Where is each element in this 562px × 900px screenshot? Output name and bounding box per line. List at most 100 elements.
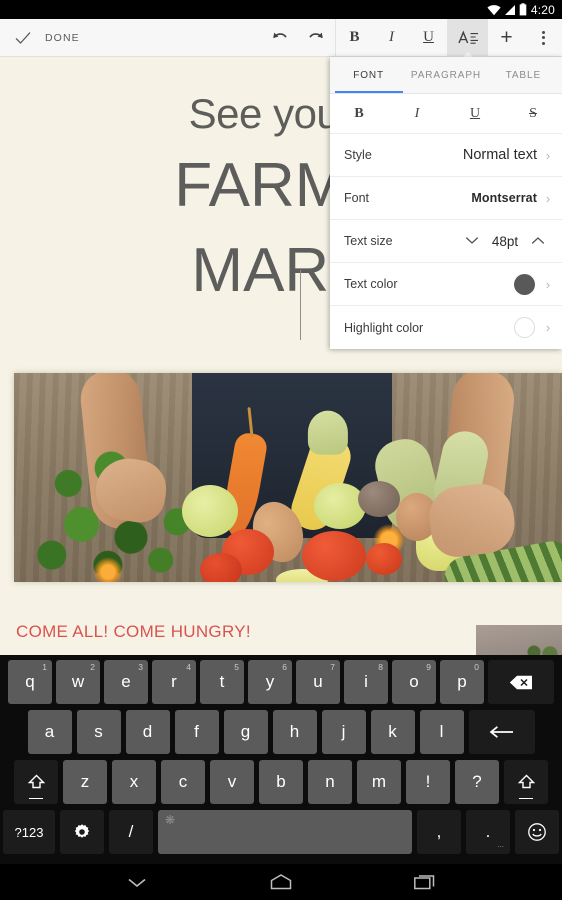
key-l[interactable]: l (419, 710, 464, 754)
format-text-icon (457, 30, 478, 44)
key-exclamation[interactable]: ! (406, 760, 450, 804)
key-f[interactable]: f (174, 710, 219, 754)
period-more-indicator: ⋯ (497, 844, 505, 851)
key-d[interactable]: d (125, 710, 170, 754)
text-size-decrease-button[interactable] (457, 234, 487, 248)
key-v[interactable]: v (210, 760, 254, 804)
panel-underline-button[interactable]: U (446, 94, 504, 133)
insert-button[interactable]: + (488, 19, 525, 57)
key-w[interactable]: 2w (56, 660, 100, 704)
key-g[interactable]: g (223, 710, 268, 754)
key-x-label: x (129, 772, 139, 791)
enter-icon (489, 726, 513, 738)
key-x[interactable]: x (112, 760, 156, 804)
font-row[interactable]: Font Montserrat › (330, 177, 562, 220)
panel-italic-button[interactable]: I (388, 94, 446, 133)
key-p[interactable]: 0p (440, 660, 484, 704)
key-u[interactable]: 7u (296, 660, 340, 704)
text-color-row[interactable]: Text color › (330, 263, 562, 306)
nav-home-button[interactable] (263, 867, 299, 897)
key-q[interactable]: 1q (8, 660, 52, 704)
tab-font[interactable]: FONT (330, 57, 407, 93)
text-size-row: Text size 48pt (330, 220, 562, 263)
key-r-number: 4 (186, 662, 191, 672)
document-image[interactable] (14, 373, 562, 582)
key-t[interactable]: 5t (200, 660, 244, 704)
key-backspace[interactable] (488, 660, 554, 704)
key-h-label: h (289, 722, 300, 741)
tab-table[interactable]: TABLE (485, 57, 562, 93)
key-s[interactable]: s (76, 710, 121, 754)
text-size-increase-button[interactable] (523, 234, 553, 248)
on-screen-keyboard: 1q 2w 3e 4r 5t 6y 7u 8i 9o 0p a s d f g … (0, 655, 562, 864)
underline-icon: U (423, 29, 434, 45)
text-color-swatch[interactable] (514, 273, 535, 295)
key-t-number: 5 (234, 662, 239, 672)
key-b[interactable]: b (259, 760, 303, 804)
key-p-number: 0 (474, 662, 479, 672)
navigation-bar (0, 864, 562, 900)
key-m[interactable]: m (357, 760, 401, 804)
nav-back-button[interactable] (119, 867, 155, 897)
paw-icon: ❋ (165, 813, 176, 827)
panel-bold-button[interactable]: B (330, 94, 388, 133)
document-red-heading[interactable]: COME ALL! COME HUNGRY! (16, 622, 251, 642)
key-n[interactable]: n (308, 760, 352, 804)
key-o-number: 9 (426, 662, 431, 672)
highlight-color-row[interactable]: Highlight color › (330, 306, 562, 349)
key-slash[interactable]: / (109, 810, 153, 854)
key-k[interactable]: k (370, 710, 415, 754)
status-bar-clock: 4:20 (530, 2, 555, 17)
key-k-label: k (388, 722, 397, 741)
key-c[interactable]: c (161, 760, 205, 804)
photo-tomato-4 (366, 543, 402, 575)
key-symbols[interactable]: ?123 (3, 810, 55, 854)
screen: 4:20 DONE B I U + See you a FARME MARK C… (0, 0, 562, 900)
key-o-label: o (409, 672, 419, 691)
photo-pepper-1 (182, 485, 238, 537)
key-w-label: w (71, 672, 85, 691)
key-h[interactable]: h (272, 710, 317, 754)
plus-icon: + (500, 26, 513, 49)
key-j[interactable]: j (321, 710, 366, 754)
key-shift-left[interactable] (14, 760, 58, 804)
panel-strikethrough-button[interactable]: S (504, 94, 562, 133)
keyboard-row-4: ?123 / ❋ , . ⋯ (0, 807, 562, 857)
key-comma[interactable]: , (417, 810, 461, 854)
key-i-number: 8 (378, 662, 383, 672)
key-emoji[interactable] (515, 810, 559, 854)
key-question[interactable]: ? (455, 760, 499, 804)
key-e[interactable]: 3e (104, 660, 148, 704)
key-n-label: n (325, 772, 335, 791)
key-space[interactable]: ❋ (158, 810, 412, 854)
key-g-label: g (240, 722, 251, 741)
key-y[interactable]: 6y (248, 660, 292, 704)
redo-button[interactable] (298, 19, 335, 57)
key-o[interactable]: 9o (392, 660, 436, 704)
key-i[interactable]: 8i (344, 660, 388, 704)
strikethrough-icon: S (529, 105, 537, 121)
key-slash-label: / (128, 822, 134, 841)
bold-button[interactable]: B (336, 19, 373, 57)
key-enter[interactable] (468, 710, 535, 754)
nav-recents-button[interactable] (407, 867, 443, 897)
key-period[interactable]: . ⋯ (466, 810, 510, 854)
chevron-down-icon (128, 878, 146, 888)
check-icon (15, 31, 31, 44)
key-z-label: z (80, 772, 90, 791)
document-image-thumbnail[interactable] (476, 625, 562, 655)
key-a[interactable]: a (27, 710, 72, 754)
style-row[interactable]: Style Normal text › (330, 134, 562, 177)
key-r[interactable]: 4r (152, 660, 196, 704)
undo-button[interactable] (261, 19, 298, 57)
overflow-button[interactable] (525, 19, 562, 57)
done-button[interactable]: DONE (0, 29, 80, 47)
key-z[interactable]: z (63, 760, 107, 804)
highlight-color-swatch[interactable] (514, 317, 535, 338)
tab-paragraph[interactable]: PARAGRAPH (407, 57, 484, 93)
key-settings[interactable] (60, 810, 104, 854)
format-button[interactable] (448, 18, 488, 57)
underline-button[interactable]: U (410, 19, 447, 57)
italic-button[interactable]: I (373, 19, 410, 57)
key-shift-right[interactable] (504, 760, 548, 804)
